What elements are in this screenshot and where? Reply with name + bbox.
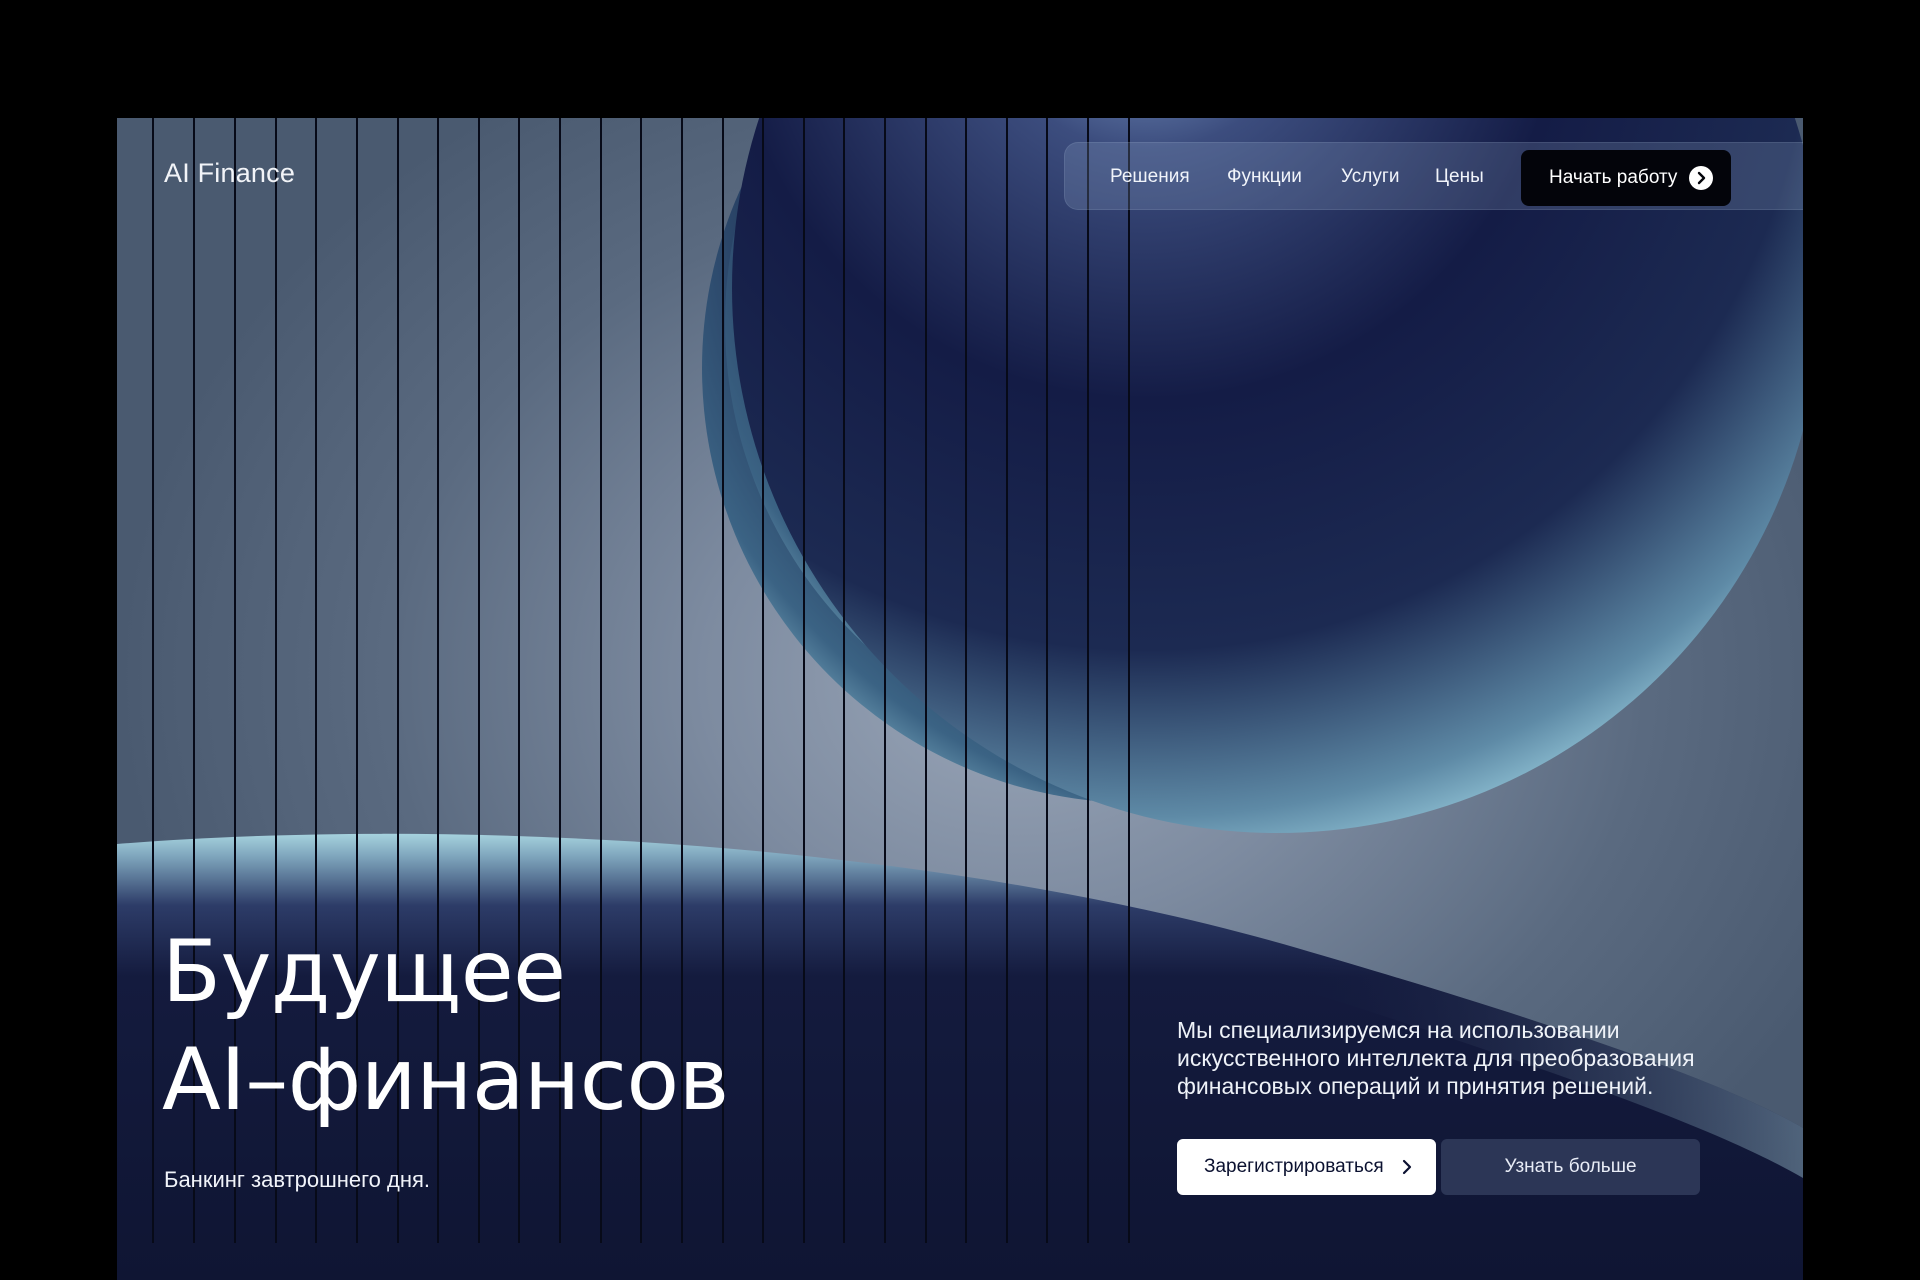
hero-description: Мы специализируемся на использовании иск… [1177,1017,1695,1099]
nav-link-services[interactable]: Услуги [1341,166,1399,188]
headline-line-1: Будущее [162,922,566,1022]
nav-link-pricing[interactable]: Цены [1435,166,1484,188]
nav-link-features[interactable]: Функции [1227,166,1302,188]
brand-logo[interactable]: AI Finance [164,158,295,189]
headline-line-2: AI–финансов [162,1030,729,1130]
start-work-label: Начать работу [1549,167,1678,188]
hero-tagline: Банкинг завтрошнего дня. [164,1167,431,1192]
register-button[interactable]: Зарегистрироваться [1177,1139,1436,1195]
nav-link-solutions[interactable]: Решения [1110,166,1190,188]
chevron-right-icon [1402,1159,1412,1175]
register-button-label: Зарегистрироваться [1204,1156,1384,1177]
hero-headline: Будущее AI–финансов [162,918,729,1134]
arrow-right-circle-icon [1689,166,1713,190]
learn-more-button[interactable]: Узнать больше [1441,1139,1700,1195]
start-work-button[interactable]: Начать работу [1521,150,1731,206]
